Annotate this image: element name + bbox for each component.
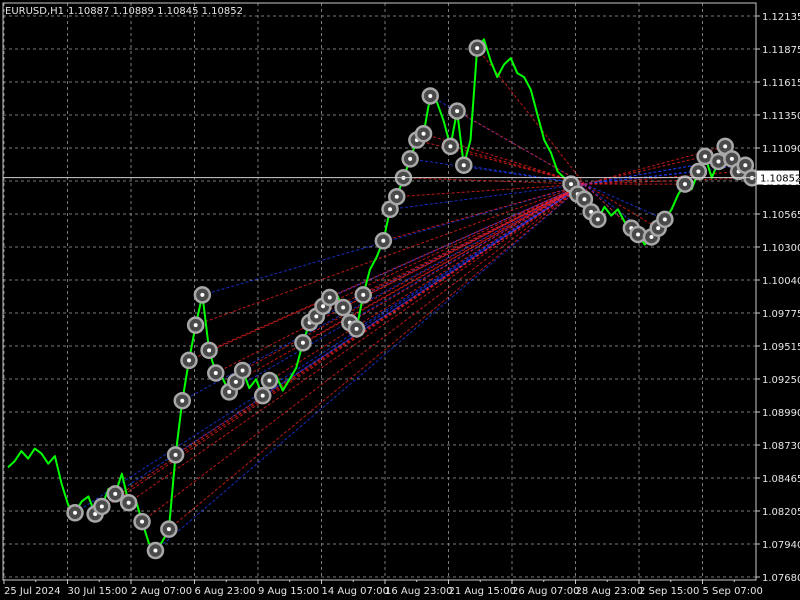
signal-marker-dot xyxy=(173,452,178,457)
signal-marker-dot xyxy=(408,156,413,161)
signal-marker-dot xyxy=(716,159,721,164)
y-tick-label: 1.11350 xyxy=(762,111,800,122)
y-tick-label: 1.11875 xyxy=(762,45,800,56)
signal-marker-dot xyxy=(461,163,466,168)
y-tick-label: 1.09775 xyxy=(762,309,800,320)
signal-marker-dot xyxy=(240,368,245,373)
y-tick-label: 1.07940 xyxy=(762,540,800,551)
y-tick-label: 1.08205 xyxy=(762,507,800,518)
signal-marker-dot xyxy=(186,358,191,363)
signal-marker-dot xyxy=(321,304,326,309)
x-tick-label: 28 Aug 23:00 xyxy=(576,586,643,597)
signal-marker-dot xyxy=(448,144,453,149)
chart-background xyxy=(0,0,800,600)
y-tick-label: 1.07680 xyxy=(762,573,800,584)
signal-marker-dot xyxy=(200,292,205,297)
signal-marker-dot xyxy=(267,378,272,383)
signal-marker-dot xyxy=(73,510,78,515)
signal-marker-dot xyxy=(656,226,661,231)
x-tick-label: 30 Jul 15:00 xyxy=(68,586,128,597)
signal-marker-dot xyxy=(394,194,399,199)
ohlc-values: 1.10887 1.10889 1.10845 1.10852 xyxy=(68,6,243,17)
signal-marker-dot xyxy=(743,163,748,168)
y-tick-label: 1.08465 xyxy=(762,474,800,485)
x-tick-label: 25 Jul 2024 xyxy=(4,586,61,597)
signal-marker-dot xyxy=(723,144,728,149)
signal-marker-dot xyxy=(662,217,667,222)
signal-marker-dot xyxy=(455,109,460,114)
signal-marker-dot xyxy=(595,217,600,222)
signal-marker-dot xyxy=(207,348,212,353)
x-tick-label: 2 Sep 15:00 xyxy=(639,586,699,597)
signal-marker-dot xyxy=(260,393,265,398)
x-tick-label: 2 Aug 07:00 xyxy=(131,586,192,597)
signal-marker-dot xyxy=(649,235,654,239)
x-tick-label: 6 Aug 23:00 xyxy=(195,586,256,597)
x-tick-label: 26 Aug 07:00 xyxy=(512,586,579,597)
signal-marker-dot xyxy=(233,379,238,384)
signal-marker-dot xyxy=(327,295,332,300)
y-tick-label: 1.10300 xyxy=(762,243,800,254)
x-tick-label: 16 Aug 23:00 xyxy=(385,586,452,597)
signal-marker-dot xyxy=(696,169,701,174)
signal-marker-dot xyxy=(193,323,198,328)
y-tick-label: 1.08990 xyxy=(762,408,800,419)
price-chart[interactable]: 1.12135 1.11875 1.11615 1.11350 1.11090 1.108… xyxy=(0,0,800,600)
x-tick-label: 21 Aug 15:00 xyxy=(449,586,516,597)
y-tick-label: 1.11615 xyxy=(762,78,800,89)
signal-marker-dot xyxy=(166,527,171,532)
y-tick-label: 1.09250 xyxy=(762,375,800,386)
signal-marker-dot xyxy=(341,305,346,310)
symbol-header: EURUSD,H1 1.10887 1.10889 1.10845 1.10852 xyxy=(5,6,243,17)
signal-marker-dot xyxy=(227,389,232,394)
signal-marker-dot xyxy=(300,340,305,345)
signal-marker-dot xyxy=(153,548,158,553)
signal-marker-dot xyxy=(113,491,118,496)
y-tick-label: 1.10565 xyxy=(762,210,800,221)
signal-marker-dot xyxy=(421,131,426,136)
x-tick-label: 9 Aug 15:00 xyxy=(258,586,319,597)
signal-marker-dot xyxy=(582,197,587,202)
signal-marker-dot xyxy=(314,314,319,319)
signal-marker-dot xyxy=(354,326,359,331)
signal-marker-dot xyxy=(682,182,687,187)
symbol-name: EURUSD,H1 xyxy=(5,6,64,17)
signal-marker-dot xyxy=(99,504,104,509)
x-tick-label: 5 Sep 07:00 xyxy=(703,586,763,597)
signal-marker-dot xyxy=(140,519,145,524)
signal-marker-dot xyxy=(703,154,708,159)
signal-marker-dot xyxy=(428,93,433,98)
signal-marker-dot xyxy=(213,371,218,375)
y-tick-label: 1.10040 xyxy=(762,276,800,287)
y-tick-label: 1.12135 xyxy=(762,12,800,23)
signal-marker-dot xyxy=(569,182,574,187)
signal-marker-dot xyxy=(729,156,734,161)
signal-marker-dot xyxy=(388,207,393,212)
current-price-label: 1.10852 xyxy=(760,174,800,185)
signal-marker-dot xyxy=(475,46,480,51)
y-tick-label: 1.11090 xyxy=(762,144,800,155)
signal-marker-dot xyxy=(126,500,131,505)
signal-marker-dot xyxy=(636,232,641,237)
y-tick-label: 1.08730 xyxy=(762,441,800,452)
y-tick-label: 1.09515 xyxy=(762,342,800,353)
signal-marker-dot xyxy=(180,398,185,403)
signal-marker-dot xyxy=(361,292,366,297)
x-tick-label: 14 Aug 07:00 xyxy=(322,586,389,597)
signal-marker-dot xyxy=(381,238,386,243)
